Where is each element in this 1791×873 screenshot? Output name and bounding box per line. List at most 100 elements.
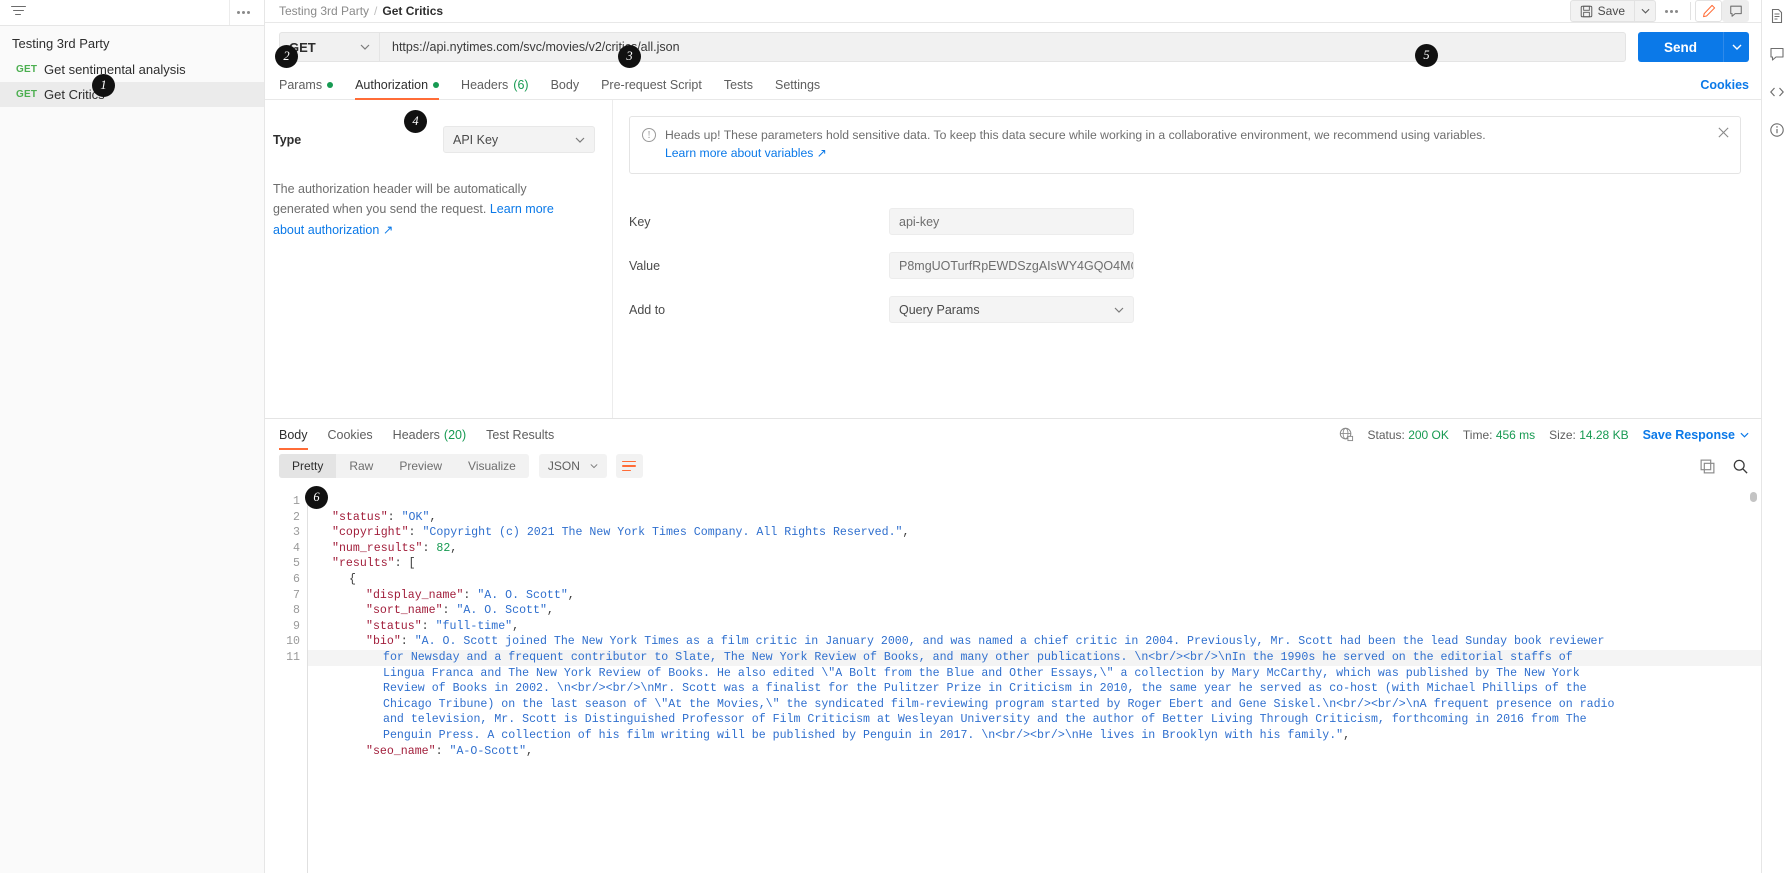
- code-content[interactable]: {"status": "OK", "copyright": "Copyright …: [307, 484, 1761, 873]
- code-line: for Newsday and a frequent contributor t…: [307, 649, 1761, 666]
- code-token: "Copyright (c) 2021 The New York Times C…: [422, 526, 903, 540]
- search-icon[interactable]: [1732, 458, 1749, 475]
- comment-icon[interactable]: [1769, 46, 1785, 62]
- api-value-input[interactable]: P8mgUOTurfRpEWDSzgAIsWY4GQO4MQQj: [889, 252, 1134, 280]
- response-tabs: Body Cookies Headers (20) Test Results S…: [265, 419, 1761, 450]
- add-to-select[interactable]: Query Params: [889, 296, 1134, 324]
- tab-tests[interactable]: Tests: [724, 71, 753, 100]
- comment-mode-button[interactable]: [1722, 0, 1749, 22]
- response-tab-headers[interactable]: Headers (20): [393, 419, 466, 450]
- line-number: 6: [293, 572, 300, 586]
- collection-name[interactable]: Testing 3rd Party: [0, 26, 264, 57]
- right-rail: [1761, 0, 1791, 873]
- chevron-down-icon: [1732, 44, 1741, 50]
- code-line: and television, Mr. Scott is Distinguish…: [307, 712, 1761, 728]
- tab-settings[interactable]: Settings: [775, 71, 820, 100]
- line-number: 8: [293, 604, 300, 618]
- tab-headers[interactable]: Headers (6): [461, 71, 529, 100]
- vertical-scrollbar[interactable]: [1750, 492, 1757, 502]
- tab-authorization[interactable]: Authorization: [355, 71, 440, 100]
- floppy-disk-icon: [1580, 5, 1592, 17]
- response-language-select[interactable]: JSON: [538, 454, 607, 478]
- sidebar-item-get-sentimental-analysis[interactable]: GET Get sentimental analysis: [0, 57, 264, 82]
- banner-text-wrap: Heads up! These parameters hold sensitiv…: [665, 127, 1486, 162]
- document-icon[interactable]: [1769, 8, 1785, 24]
- header-divider: [1690, 2, 1691, 20]
- auth-field-label: Add to: [629, 302, 666, 317]
- response-body-viewer[interactable]: 1 2 3 4 5 6 7 8 9 10 11 {"status": "OK", "copyright…: [265, 484, 1761, 873]
- tab-label: Tests: [723, 78, 753, 92]
- info-circle-icon[interactable]: [1769, 122, 1785, 138]
- banner-message: Heads up! These parameters hold sensitiv…: [665, 128, 1486, 142]
- code-token: "A. O. Scott": [477, 588, 568, 602]
- response-tab-body[interactable]: Body: [279, 419, 308, 450]
- save-response-label: Save Response: [1642, 427, 1735, 442]
- format-raw-button[interactable]: Raw: [336, 454, 386, 478]
- format-pretty-button[interactable]: Pretty: [279, 454, 337, 478]
- api-key-input[interactable]: api-key: [889, 208, 1134, 236]
- status-group: Status: 200 OK: [1368, 428, 1449, 442]
- line-number-gutter: 1 2 3 4 5 6 7 8 9 10 11: [265, 484, 307, 873]
- line-number: 5: [293, 557, 300, 571]
- sidebar-item-get-critics[interactable]: GET Get Critics: [0, 82, 264, 107]
- tab-params[interactable]: Params: [279, 71, 334, 100]
- edit-mode-button[interactable]: [1695, 0, 1722, 22]
- code-token: ,: [450, 541, 458, 555]
- breadcrumb-parent[interactable]: Testing 3rd Party: [279, 4, 369, 18]
- code-token: "display_name": [366, 588, 464, 602]
- save-response-button[interactable]: Save Response: [1643, 428, 1749, 442]
- word-wrap-button[interactable]: [615, 454, 643, 478]
- code-token: ,: [567, 588, 575, 602]
- line-number: 4: [293, 541, 300, 555]
- modified-dot-icon: [327, 82, 334, 88]
- line-number: 9: [293, 619, 300, 633]
- code-icon[interactable]: [1769, 84, 1785, 100]
- save-dropdown-button[interactable]: [1634, 0, 1656, 22]
- request-method-label: GET: [16, 89, 38, 100]
- tab-pre-request-script[interactable]: Pre-request Script: [601, 71, 702, 100]
- auth-params-section: ! Heads up! These parameters hold sensit…: [613, 100, 1761, 418]
- cookies-link[interactable]: Cookies: [1700, 78, 1749, 92]
- code-token: {: [315, 495, 322, 508]
- auth-field-label: Key: [629, 214, 651, 229]
- request-name-label: Get Critics: [44, 87, 105, 102]
- size-value: 14.28 KB: [1579, 427, 1629, 442]
- auth-type-section: Type API Key The authorization header wi…: [265, 100, 613, 418]
- response-language-label: JSON: [547, 459, 580, 473]
- save-button[interactable]: Save: [1569, 0, 1634, 22]
- response-actions: [1699, 458, 1749, 475]
- response-tab-cookies[interactable]: Cookies: [328, 419, 373, 450]
- code-token: for Newsday and a frequent contributor t…: [383, 650, 1573, 664]
- auth-type-select[interactable]: API Key: [443, 126, 595, 153]
- sidebar-filter-button[interactable]: [0, 0, 230, 25]
- http-method-dropdown[interactable]: GET: [279, 32, 379, 62]
- auth-description-text: The authorization header will be automat…: [273, 182, 527, 217]
- code-token: :: [421, 619, 436, 633]
- size-label: Size:: [1549, 427, 1576, 442]
- code-token: "status": [366, 619, 422, 633]
- close-icon[interactable]: [1717, 126, 1731, 140]
- copy-icon[interactable]: [1699, 458, 1716, 475]
- auth-type-row: Type API Key: [273, 126, 596, 153]
- response-tab-test-results[interactable]: Test Results: [486, 419, 554, 450]
- code-token: "A. O. Scott joined The New York Times a…: [414, 635, 1605, 649]
- header-more-options-icon[interactable]: [1656, 0, 1686, 22]
- comment-icon: [1729, 5, 1742, 17]
- code-token: "A-O-Scott": [449, 744, 527, 758]
- header-actions: Save: [1569, 0, 1749, 22]
- code-token: :: [463, 588, 478, 602]
- tab-label: Test Results: [486, 427, 555, 442]
- response-format-bar: Pretty Raw Preview Visualize JSON: [265, 450, 1761, 484]
- code-token: "full-time": [435, 619, 513, 633]
- banner-learn-more-link[interactable]: Learn more about variables ↗: [665, 146, 827, 160]
- url-input[interactable]: https://api.nytimes.com/svc/movies/v2/cr…: [379, 32, 1626, 62]
- sidebar-more-options-icon[interactable]: [230, 3, 256, 23]
- code-token: : [: [394, 557, 416, 571]
- code-line: {: [307, 494, 1761, 510]
- format-visualize-button[interactable]: Visualize: [455, 454, 529, 478]
- format-preview-button[interactable]: Preview: [386, 454, 455, 478]
- tab-body[interactable]: Body: [551, 71, 580, 100]
- line-number: 10: [286, 635, 300, 649]
- send-dropdown-button[interactable]: [1723, 32, 1749, 62]
- send-button[interactable]: Send: [1637, 32, 1723, 62]
